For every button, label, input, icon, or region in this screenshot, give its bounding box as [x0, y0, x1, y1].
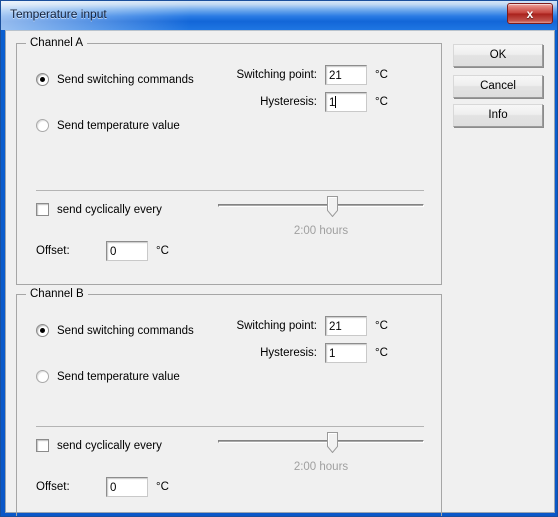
separator-channel-a: [36, 190, 424, 191]
separator-channel-b: [36, 426, 424, 427]
group-channel-a: Channel A Send switching commands Send t…: [16, 37, 442, 285]
label-channel-a-offset: Offset:: [36, 245, 70, 257]
radio-icon-unchecked: [36, 370, 49, 383]
checkbox-icon-unchecked: [36, 203, 49, 216]
field-channel-b-offset: Offset: 0 °C: [36, 477, 169, 497]
input-channel-b-offset[interactable]: 0: [106, 477, 148, 497]
checkbox-label-channel-a-cyclic: send cyclically every: [57, 203, 162, 216]
checkbox-icon-unchecked: [36, 439, 49, 452]
slider-thumb[interactable]: [327, 432, 338, 453]
field-channel-a-hysteresis: Hysteresis: 1 °C: [212, 92, 388, 112]
slider-caption-channel-b: 2:00 hours: [293, 461, 349, 473]
window-title: Temperature input: [10, 7, 107, 21]
radio-channel-b-switching[interactable]: Send switching commands: [36, 324, 194, 337]
label-channel-b-offset: Offset:: [36, 481, 70, 493]
checkbox-channel-a-cyclic[interactable]: send cyclically every: [36, 203, 162, 216]
radio-label-channel-a-switching: Send switching commands: [57, 73, 194, 86]
slider-channel-a-interval[interactable]: [218, 196, 424, 220]
radio-icon-checked: [36, 324, 49, 337]
slider-caption-channel-a: 2:00 hours: [293, 225, 349, 237]
radio-label-channel-b-temperature: Send temperature value: [57, 370, 180, 383]
group-channel-b: Channel B Send switching commands Send t…: [16, 288, 442, 516]
input-channel-a-switching-point[interactable]: 21: [325, 65, 367, 85]
label-switching-point: Switching point:: [236, 69, 317, 81]
field-channel-b-switching-point: Switching point: 21 °C: [212, 316, 388, 336]
radio-channel-a-temperature[interactable]: Send temperature value: [36, 119, 180, 132]
title-bar[interactable]: Temperature input x: [1, 1, 557, 30]
unit-channel-b-hysteresis: °C: [375, 347, 388, 359]
slider-track[interactable]: [218, 204, 424, 207]
dialog-client-area: Channel A Send switching commands Send t…: [5, 30, 555, 516]
input-channel-b-hysteresis[interactable]: 1: [325, 343, 367, 363]
checkbox-channel-b-cyclic[interactable]: send cyclically every: [36, 439, 162, 452]
radio-label-channel-b-switching: Send switching commands: [57, 324, 194, 337]
radio-label-channel-a-temperature: Send temperature value: [57, 119, 180, 132]
field-channel-a-switching-point: Switching point: 21 °C: [212, 65, 388, 85]
close-button[interactable]: x: [507, 3, 553, 24]
input-channel-b-switching-point[interactable]: 21: [325, 316, 367, 336]
field-channel-b-hysteresis: Hysteresis: 1 °C: [212, 343, 388, 363]
group-title-channel-a: Channel A: [26, 37, 88, 49]
cancel-button[interactable]: Cancel: [453, 75, 543, 98]
unit-channel-a-switching-point: °C: [375, 69, 388, 81]
unit-channel-a-hysteresis: °C: [375, 96, 388, 108]
label-switching-point: Switching point:: [236, 320, 317, 332]
unit-channel-b-offset: °C: [156, 481, 169, 493]
label-hysteresis: Hysteresis:: [260, 96, 317, 108]
text-caret: [335, 96, 337, 108]
slider-channel-b-interval[interactable]: [218, 432, 424, 456]
dialog-window: Temperature input x Channel A Send switc…: [0, 0, 558, 517]
slider-thumb[interactable]: [327, 196, 338, 217]
input-channel-a-hysteresis[interactable]: 1: [325, 92, 367, 112]
radio-channel-a-switching[interactable]: Send switching commands: [36, 73, 194, 86]
ok-button[interactable]: OK: [453, 44, 543, 67]
unit-channel-a-offset: °C: [156, 245, 169, 257]
field-channel-a-offset: Offset: 0 °C: [36, 241, 169, 261]
radio-channel-b-temperature[interactable]: Send temperature value: [36, 370, 180, 383]
radio-icon-checked: [36, 73, 49, 86]
close-icon: x: [526, 6, 534, 21]
checkbox-label-channel-b-cyclic: send cyclically every: [57, 439, 162, 452]
label-hysteresis: Hysteresis:: [260, 347, 317, 359]
info-button[interactable]: Info: [453, 104, 543, 127]
unit-channel-b-switching-point: °C: [375, 320, 388, 332]
group-title-channel-b: Channel B: [26, 288, 88, 300]
slider-track[interactable]: [218, 440, 424, 443]
input-channel-a-offset[interactable]: 0: [106, 241, 148, 261]
radio-icon-unchecked: [36, 119, 49, 132]
